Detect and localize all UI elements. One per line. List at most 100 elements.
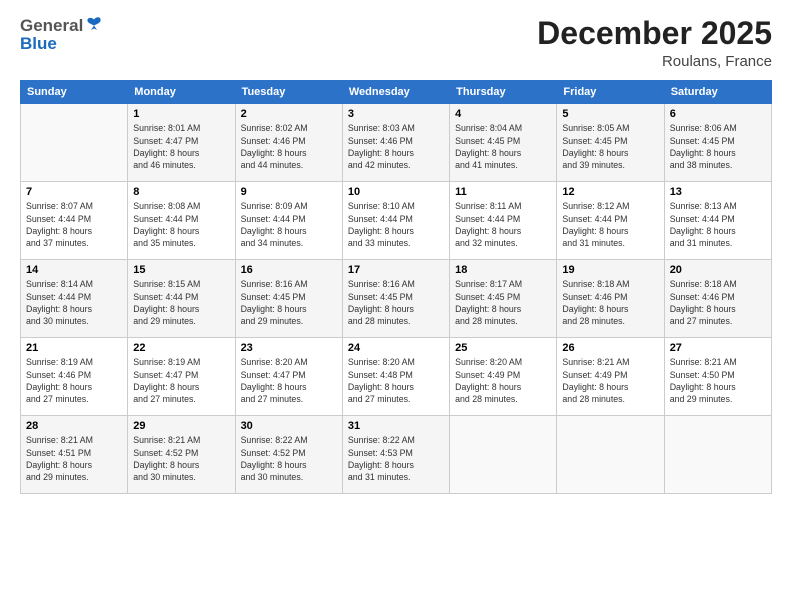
day-number: 28 bbox=[26, 420, 122, 432]
calendar-cell: 24Sunrise: 8:20 AMSunset: 4:48 PMDayligh… bbox=[342, 338, 449, 416]
day-number: 3 bbox=[348, 108, 444, 120]
calendar-cell: 26 Sunrise: 8:21 AMSunset: 4:49 PMDayligh… bbox=[557, 338, 664, 416]
day-info: Sunrise: 8:13 AMSunset: 4:44 PMDaylight:… bbox=[670, 200, 766, 249]
calendar-cell: 14Sunrise: 8:14 AMSunset: 4:44 PMDayligh… bbox=[21, 260, 128, 338]
col-tuesday: Tuesday bbox=[235, 81, 342, 104]
day-info: Sunrise: 8:09 AMSunset: 4:44 PMDaylight:… bbox=[241, 200, 337, 249]
day-number: 6 bbox=[670, 108, 766, 120]
calendar-cell: 11Sunrise: 8:11 AMSunset: 4:44 PMDayligh… bbox=[450, 182, 557, 260]
day-number: 11 bbox=[455, 186, 551, 198]
day-info: Sunrise: 8:21 AMSunset: 4:52 PMDaylight:… bbox=[133, 434, 229, 483]
day-info: Sunrise: 8:03 AMSunset: 4:46 PMDaylight:… bbox=[348, 122, 444, 171]
day-number: 8 bbox=[133, 186, 229, 198]
day-info: Sunrise: 8:10 AMSunset: 4:44 PMDaylight:… bbox=[348, 200, 444, 249]
calendar-table: Sunday Monday Tuesday Wednesday Thursday… bbox=[20, 80, 772, 494]
calendar-cell: 28 Sunrise: 8:21 AMSunset: 4:51 PMDayligh… bbox=[21, 416, 128, 494]
day-info: Sunrise: 8:12 AMSunset: 4:44 PMDaylight:… bbox=[562, 200, 658, 249]
calendar-week-1: 1 Sunrise: 8:01 AMSunset: 4:47 PMDaylight… bbox=[21, 104, 772, 182]
day-info: Sunrise: 8:21 AMSunset: 4:51 PMDaylight:… bbox=[26, 434, 122, 483]
day-info: Sunrise: 8:01 AMSunset: 4:47 PMDaylight:… bbox=[133, 122, 229, 171]
calendar-cell bbox=[450, 416, 557, 494]
day-number: 9 bbox=[241, 186, 337, 198]
day-number: 22 bbox=[133, 342, 229, 354]
calendar-cell: 5Sunrise: 8:05 AMSunset: 4:45 PMDaylight… bbox=[557, 104, 664, 182]
day-number: 5 bbox=[562, 108, 658, 120]
day-info: Sunrise: 8:21 AMSunset: 4:49 PMDaylight:… bbox=[562, 356, 658, 405]
day-number: 10 bbox=[348, 186, 444, 198]
col-thursday: Thursday bbox=[450, 81, 557, 104]
title-block: December 2025 Roulans, France bbox=[537, 16, 772, 70]
calendar-cell: 27 Sunrise: 8:21 AMSunset: 4:50 PMDayligh… bbox=[664, 338, 771, 416]
day-info: Sunrise: 8:22 AMSunset: 4:52 PMDaylight:… bbox=[241, 434, 337, 483]
calendar-cell: 10 Sunrise: 8:10 AMSunset: 4:44 PMDayligh… bbox=[342, 182, 449, 260]
day-number: 13 bbox=[670, 186, 766, 198]
calendar-cell: 23 Sunrise: 8:20 AMSunset: 4:47 PMDayligh… bbox=[235, 338, 342, 416]
calendar-cell: 18Sunrise: 8:17 AMSunset: 4:45 PMDayligh… bbox=[450, 260, 557, 338]
calendar-page: General Blue December 2025 Roulans, Fran… bbox=[0, 0, 792, 612]
day-number: 2 bbox=[241, 108, 337, 120]
day-number: 12 bbox=[562, 186, 658, 198]
calendar-week-2: 7 Sunrise: 8:07 AMSunset: 4:44 PMDaylight… bbox=[21, 182, 772, 260]
calendar-cell: 2 Sunrise: 8:02 AMSunset: 4:46 PMDaylight… bbox=[235, 104, 342, 182]
day-number: 23 bbox=[241, 342, 337, 354]
calendar-week-4: 21Sunrise: 8:19 AMSunset: 4:46 PMDayligh… bbox=[21, 338, 772, 416]
day-info: Sunrise: 8:16 AMSunset: 4:45 PMDaylight:… bbox=[241, 278, 337, 327]
calendar-cell: 12 Sunrise: 8:12 AMSunset: 4:44 PMDayligh… bbox=[557, 182, 664, 260]
calendar-cell: 20Sunrise: 8:18 AMSunset: 4:46 PMDayligh… bbox=[664, 260, 771, 338]
location: Roulans, France bbox=[537, 53, 772, 70]
day-number: 14 bbox=[26, 264, 122, 276]
day-info: Sunrise: 8:19 AMSunset: 4:46 PMDaylight:… bbox=[26, 356, 122, 405]
logo-general: General bbox=[20, 16, 83, 36]
day-info: Sunrise: 8:02 AMSunset: 4:46 PMDaylight:… bbox=[241, 122, 337, 171]
day-info: Sunrise: 8:04 AMSunset: 4:45 PMDaylight:… bbox=[455, 122, 551, 171]
day-info: Sunrise: 8:15 AMSunset: 4:44 PMDaylight:… bbox=[133, 278, 229, 327]
calendar-cell: 13 Sunrise: 8:13 AMSunset: 4:44 PMDayligh… bbox=[664, 182, 771, 260]
day-info: Sunrise: 8:07 AMSunset: 4:44 PMDaylight:… bbox=[26, 200, 122, 249]
day-info: Sunrise: 8:22 AMSunset: 4:53 PMDaylight:… bbox=[348, 434, 444, 483]
day-number: 15 bbox=[133, 264, 229, 276]
day-info: Sunrise: 8:20 AMSunset: 4:49 PMDaylight:… bbox=[455, 356, 551, 405]
day-number: 26 bbox=[562, 342, 658, 354]
day-info: Sunrise: 8:18 AMSunset: 4:46 PMDaylight:… bbox=[562, 278, 658, 327]
col-friday: Friday bbox=[557, 81, 664, 104]
header: General Blue December 2025 Roulans, Fran… bbox=[20, 16, 772, 70]
day-info: Sunrise: 8:16 AMSunset: 4:45 PMDaylight:… bbox=[348, 278, 444, 327]
calendar-cell: 9 Sunrise: 8:09 AMSunset: 4:44 PMDaylight… bbox=[235, 182, 342, 260]
day-number: 17 bbox=[348, 264, 444, 276]
day-number: 30 bbox=[241, 420, 337, 432]
col-sunday: Sunday bbox=[21, 81, 128, 104]
day-info: Sunrise: 8:06 AMSunset: 4:45 PMDaylight:… bbox=[670, 122, 766, 171]
logo-bird-icon bbox=[85, 16, 103, 32]
month-title: December 2025 bbox=[537, 16, 772, 51]
day-number: 1 bbox=[133, 108, 229, 120]
calendar-cell bbox=[21, 104, 128, 182]
header-row: Sunday Monday Tuesday Wednesday Thursday… bbox=[21, 81, 772, 104]
day-number: 7 bbox=[26, 186, 122, 198]
calendar-cell: 4 Sunrise: 8:04 AMSunset: 4:45 PMDaylight… bbox=[450, 104, 557, 182]
day-info: Sunrise: 8:08 AMSunset: 4:44 PMDaylight:… bbox=[133, 200, 229, 249]
logo: General Blue bbox=[20, 16, 103, 54]
calendar-cell: 7 Sunrise: 8:07 AMSunset: 4:44 PMDaylight… bbox=[21, 182, 128, 260]
col-monday: Monday bbox=[128, 81, 235, 104]
calendar-cell: 31Sunrise: 8:22 AMSunset: 4:53 PMDayligh… bbox=[342, 416, 449, 494]
day-info: Sunrise: 8:17 AMSunset: 4:45 PMDaylight:… bbox=[455, 278, 551, 327]
calendar-cell bbox=[557, 416, 664, 494]
calendar-cell: 22 Sunrise: 8:19 AMSunset: 4:47 PMDayligh… bbox=[128, 338, 235, 416]
calendar-week-5: 28 Sunrise: 8:21 AMSunset: 4:51 PMDayligh… bbox=[21, 416, 772, 494]
calendar-cell: 30 Sunrise: 8:22 AMSunset: 4:52 PMDayligh… bbox=[235, 416, 342, 494]
calendar-cell: 6 Sunrise: 8:06 AMSunset: 4:45 PMDaylight… bbox=[664, 104, 771, 182]
day-info: Sunrise: 8:21 AMSunset: 4:50 PMDaylight:… bbox=[670, 356, 766, 405]
col-saturday: Saturday bbox=[664, 81, 771, 104]
logo-blue: Blue bbox=[20, 34, 57, 54]
calendar-cell: 3 Sunrise: 8:03 AMSunset: 4:46 PMDaylight… bbox=[342, 104, 449, 182]
day-info: Sunrise: 8:20 AMSunset: 4:47 PMDaylight:… bbox=[241, 356, 337, 405]
day-info: Sunrise: 8:19 AMSunset: 4:47 PMDaylight:… bbox=[133, 356, 229, 405]
day-number: 16 bbox=[241, 264, 337, 276]
day-number: 20 bbox=[670, 264, 766, 276]
day-number: 4 bbox=[455, 108, 551, 120]
calendar-cell: 17 Sunrise: 8:16 AMSunset: 4:45 PMDayligh… bbox=[342, 260, 449, 338]
calendar-cell: 1 Sunrise: 8:01 AMSunset: 4:47 PMDaylight… bbox=[128, 104, 235, 182]
day-number: 27 bbox=[670, 342, 766, 354]
day-info: Sunrise: 8:20 AMSunset: 4:48 PMDaylight:… bbox=[348, 356, 444, 405]
calendar-cell: 8 Sunrise: 8:08 AMSunset: 4:44 PMDaylight… bbox=[128, 182, 235, 260]
